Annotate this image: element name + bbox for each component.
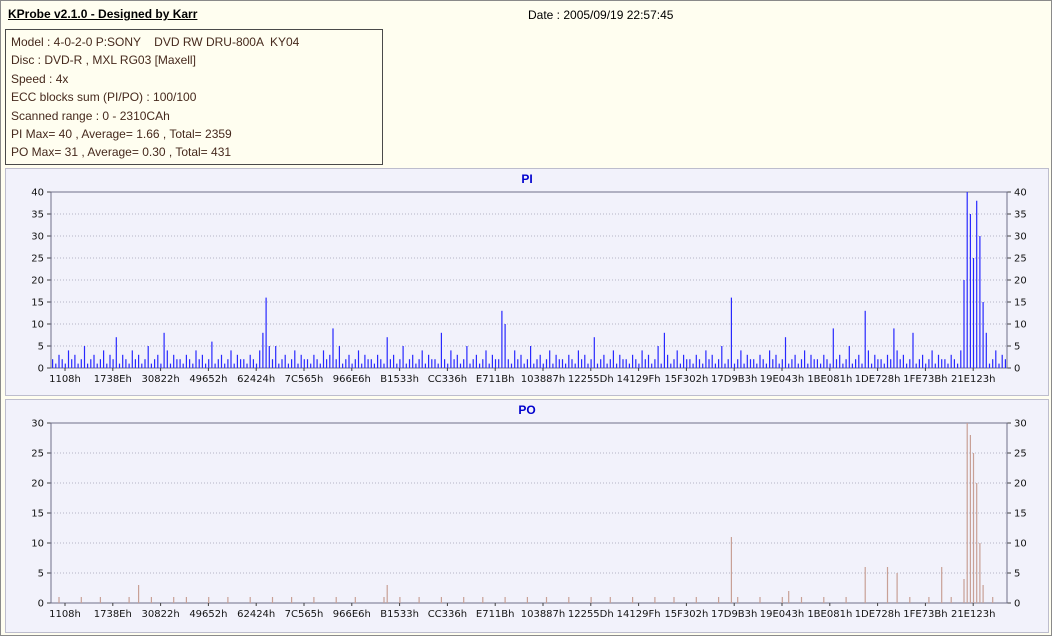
y-axis-label-right: 40 (1014, 188, 1027, 199)
pi-plot: 0 0 5 5 10 10 15 15 20 20 25 25 30 30 35 35 40 40 1108h 173… (31, 188, 1027, 386)
y-axis-label-left: 15 (31, 298, 44, 309)
x-axis-label: 19E043h (760, 609, 804, 620)
y-axis-label-left: 10 (31, 320, 44, 331)
scan-date: Date : 2005/09/19 22:57:45 (528, 8, 674, 22)
info-line: ECC blocks sum (PI/PO) : 100/100 (11, 90, 197, 105)
x-axis-label: 7C565h (285, 374, 324, 385)
y-axis-label-right: 0 (1014, 364, 1020, 375)
x-axis-label: E711Bh (476, 609, 515, 620)
po-chart-title: PO (518, 403, 536, 417)
x-axis-label: B1533h (380, 609, 419, 620)
x-axis-label: 1FE73Bh (903, 609, 947, 620)
info-line: Model : 4-0-2-0 P:SONY DVD RW DRU-800A K… (11, 35, 300, 49)
y-axis-label-right: 20 (1014, 276, 1027, 287)
info-line: Scanned range : 0 - 2310CAh (11, 108, 170, 123)
y-axis-label-left: 30 (31, 232, 44, 243)
y-axis-label-left: 25 (31, 254, 44, 265)
x-axis-label: 14129Fh (617, 374, 661, 385)
x-axis-label: 966E6h (333, 374, 371, 385)
y-axis-label-left: 30 (31, 419, 44, 430)
y-axis-label-right: 35 (1014, 210, 1027, 221)
po-plot: 0 0 5 5 10 10 15 15 20 20 25 25 30 30 1108h 1738Eh 30822… (31, 419, 1027, 621)
y-axis-label-right: 5 (1014, 342, 1020, 353)
po-chart: 0 0 5 5 10 10 15 15 20 20 25 25 30 30 1108h 1738Eh 30822… (7, 417, 1047, 634)
y-axis-label-left: 5 (38, 342, 44, 353)
x-axis-label: 966E6h (333, 609, 371, 620)
x-axis-label: 1738Eh (94, 609, 132, 620)
info-line: Disc : DVD-R , MXL RG03 [Maxell] (11, 53, 196, 68)
y-axis-label-right: 10 (1014, 320, 1027, 331)
y-axis-label-left: 0 (38, 364, 44, 375)
kprobe-window: KProbe v2.1.0 - Designed by Karr Date : … (0, 0, 1052, 636)
y-axis-label-right: 30 (1014, 232, 1027, 243)
x-axis-label: 103887h (521, 374, 566, 385)
po-chart-panel: PO 0 0 5 5 10 10 15 15 20 20 25 25 30 30 1108h 1738Eh 30… (5, 399, 1049, 633)
y-axis-label-right: 15 (1014, 298, 1027, 309)
x-axis-label: 1DE728h (855, 374, 901, 385)
x-axis-label: 7C565h (285, 609, 324, 620)
x-axis-label: 1BE081h (807, 609, 852, 620)
x-axis-label: 12255Dh (568, 374, 614, 385)
info-line: Speed : 4x (11, 71, 69, 86)
y-axis-label-right: 10 (1014, 539, 1027, 550)
x-axis-label: 1BE081h (807, 374, 852, 385)
x-axis-label: 62424h (237, 374, 275, 385)
y-axis-label-right: 25 (1014, 254, 1027, 265)
info-line: PI Max= 40 , Average= 1.66 , Total= 2359 (11, 127, 232, 142)
x-axis-label: 1DE728h (855, 609, 901, 620)
scan-info-box: Model : 4-0-2-0 P:SONY DVD RW DRU-800A K… (5, 29, 383, 165)
x-axis-label: 49652h (189, 374, 227, 385)
x-axis-label: 12255Dh (568, 609, 614, 620)
x-axis-label: 1738Eh (94, 374, 132, 385)
y-axis-label-left: 15 (31, 509, 44, 520)
x-axis-label: 21E123h (951, 374, 995, 385)
y-axis-label-left: 25 (31, 449, 44, 460)
x-axis-label: 17D9B3h (711, 609, 757, 620)
info-line: PO Max= 31 , Average= 0.30 , Total= 431 (11, 145, 232, 160)
y-axis-label-right: 20 (1014, 479, 1027, 490)
x-axis-label: 103887h (521, 609, 566, 620)
x-axis-label: E711Bh (476, 374, 515, 385)
y-axis-label-left: 20 (31, 276, 44, 287)
y-axis-label-right: 5 (1014, 569, 1020, 580)
y-axis-label-right: 25 (1014, 449, 1027, 460)
x-axis-label: CC336h (428, 609, 467, 620)
x-axis-label: 14129Fh (617, 609, 661, 620)
y-axis-label-left: 5 (38, 569, 44, 580)
x-axis-label: 1FE73Bh (903, 374, 947, 385)
y-axis-label-left: 0 (38, 599, 44, 610)
y-axis-label-right: 30 (1014, 419, 1027, 430)
x-axis-label: B1533h (380, 374, 419, 385)
y-axis-label-left: 40 (31, 188, 44, 199)
x-axis-label: 30822h (142, 374, 180, 385)
x-axis-label: 17D9B3h (711, 374, 757, 385)
pi-chart: 0 0 5 5 10 10 15 15 20 20 25 25 30 30 35 35 40 40 1108h 173… (7, 186, 1047, 397)
x-axis-label: 15F302h (664, 609, 708, 620)
y-axis-label-left: 20 (31, 479, 44, 490)
x-axis-label: 1108h (49, 609, 81, 620)
pi-chart-panel: PI 0 0 5 5 10 10 15 15 20 20 25 25 30 30 35 35 40 40 1108h… (5, 168, 1049, 396)
pi-chart-title: PI (521, 172, 533, 186)
x-axis-label: 21E123h (951, 609, 995, 620)
x-axis-label: 30822h (142, 609, 180, 620)
y-axis-label-right: 15 (1014, 509, 1027, 520)
x-axis-label: 15F302h (664, 374, 708, 385)
x-axis-label: 1108h (49, 374, 81, 385)
app-title: KProbe v2.1.0 - Designed by Karr (8, 7, 198, 21)
x-axis-label: CC336h (428, 374, 467, 385)
x-axis-label: 49652h (189, 609, 227, 620)
y-axis-label-left: 35 (31, 210, 44, 221)
x-axis-label: 19E043h (760, 374, 804, 385)
y-axis-label-left: 10 (31, 539, 44, 550)
x-axis-label: 62424h (237, 609, 275, 620)
y-axis-label-right: 0 (1014, 599, 1020, 610)
